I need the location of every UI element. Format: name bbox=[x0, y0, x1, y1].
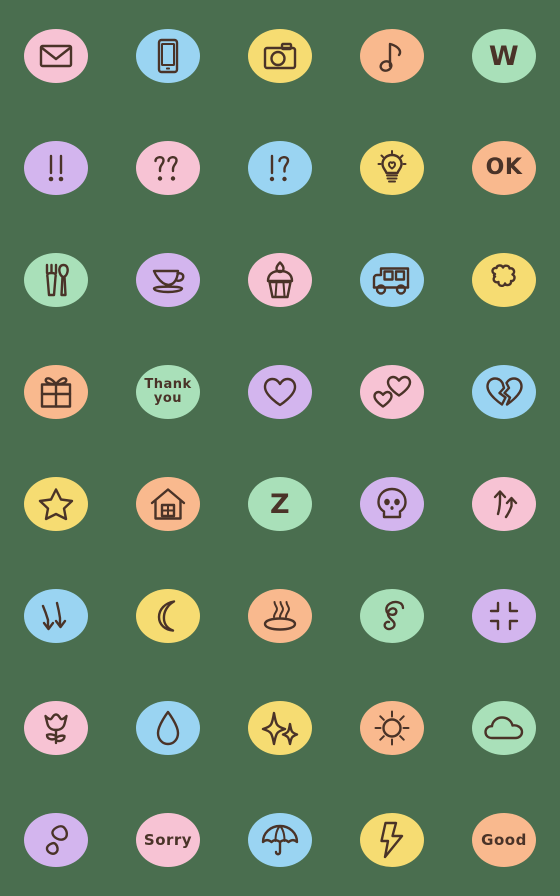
hot-spring-icon[interactable] bbox=[248, 589, 312, 643]
envelope-icon[interactable] bbox=[24, 29, 88, 83]
lightning-bolt-icon[interactable] bbox=[360, 813, 424, 867]
sticker-cell[interactable] bbox=[0, 672, 112, 784]
sticker-cell[interactable] bbox=[336, 560, 448, 672]
sticker-cell[interactable] bbox=[224, 224, 336, 336]
sun-icon[interactable] bbox=[360, 701, 424, 755]
crescent-moon-icon[interactable] bbox=[136, 589, 200, 643]
sticker-cell[interactable]: Good bbox=[448, 784, 560, 896]
sticker-cell[interactable] bbox=[0, 112, 112, 224]
up-arrows-icon[interactable] bbox=[472, 477, 536, 531]
fork-and-spoon-icon[interactable] bbox=[24, 253, 88, 307]
cupcake-icon[interactable] bbox=[248, 253, 312, 307]
sticker-cell[interactable]: Thank you bbox=[112, 336, 224, 448]
lightbulb-icon[interactable] bbox=[360, 141, 424, 195]
sticker-cell[interactable] bbox=[336, 224, 448, 336]
sticker-cell[interactable] bbox=[112, 448, 224, 560]
exclamation-question-icon[interactable] bbox=[248, 141, 312, 195]
sticker-cell[interactable] bbox=[112, 0, 224, 112]
sticker-cell[interactable] bbox=[112, 112, 224, 224]
gift-icon[interactable] bbox=[24, 365, 88, 419]
sticker-cell[interactable] bbox=[0, 0, 112, 112]
star-icon[interactable] bbox=[24, 477, 88, 531]
cloud-icon[interactable] bbox=[472, 701, 536, 755]
sticker-cell[interactable] bbox=[224, 560, 336, 672]
ok-text-icon[interactable]: OK bbox=[472, 141, 536, 195]
sticker-cell[interactable] bbox=[0, 224, 112, 336]
sticker-cell[interactable] bbox=[448, 224, 560, 336]
sticker-cell[interactable] bbox=[448, 560, 560, 672]
umbrella-icon[interactable] bbox=[248, 813, 312, 867]
sticker-cell[interactable] bbox=[112, 672, 224, 784]
anger-veins-icon[interactable] bbox=[472, 589, 536, 643]
sticker-cell[interactable] bbox=[336, 672, 448, 784]
sticker-cell[interactable] bbox=[112, 224, 224, 336]
thank-you-line1: Thank bbox=[144, 377, 192, 393]
two-hearts-icon[interactable] bbox=[360, 365, 424, 419]
sticker-cell[interactable] bbox=[448, 448, 560, 560]
sleep-z-label: Z bbox=[269, 488, 291, 520]
ok-label: OK bbox=[485, 155, 523, 180]
thank-you-line2: you bbox=[153, 391, 183, 406]
sleep-z-icon[interactable]: Z bbox=[248, 477, 312, 531]
footprints-icon[interactable] bbox=[24, 813, 88, 867]
camera-icon[interactable] bbox=[248, 29, 312, 83]
sorry-label: Sorry bbox=[143, 830, 193, 849]
bus-icon[interactable] bbox=[360, 253, 424, 307]
sticker-cell[interactable] bbox=[336, 0, 448, 112]
scribble-icon[interactable] bbox=[360, 589, 424, 643]
music-note-icon[interactable] bbox=[360, 29, 424, 83]
sticker-cell[interactable] bbox=[336, 336, 448, 448]
sticker-cell[interactable] bbox=[0, 448, 112, 560]
good-label: Good bbox=[481, 830, 527, 849]
emoji-sticker-grid: W OK Thank you Z Sorry Good bbox=[0, 0, 560, 896]
water-drop-icon[interactable] bbox=[136, 701, 200, 755]
sticker-cell[interactable] bbox=[336, 784, 448, 896]
sticker-cell[interactable] bbox=[0, 784, 112, 896]
tulip-icon[interactable] bbox=[24, 701, 88, 755]
house-icon[interactable] bbox=[136, 477, 200, 531]
broken-heart-icon[interactable] bbox=[472, 365, 536, 419]
skull-icon[interactable] bbox=[360, 477, 424, 531]
sticker-cell[interactable] bbox=[448, 672, 560, 784]
teacup-icon[interactable] bbox=[136, 253, 200, 307]
double-question-icon[interactable] bbox=[136, 141, 200, 195]
good-text-icon[interactable]: Good bbox=[472, 813, 536, 867]
sticker-cell[interactable] bbox=[224, 672, 336, 784]
sticker-cell[interactable] bbox=[0, 560, 112, 672]
sticker-cell[interactable] bbox=[0, 336, 112, 448]
sticker-cell[interactable] bbox=[224, 0, 336, 112]
sparkles-icon[interactable] bbox=[248, 701, 312, 755]
heart-icon[interactable] bbox=[248, 365, 312, 419]
letter-w-label: W bbox=[488, 40, 520, 72]
sticker-cell[interactable]: Sorry bbox=[112, 784, 224, 896]
sticker-cell[interactable] bbox=[448, 336, 560, 448]
popcorn-icon[interactable] bbox=[472, 253, 536, 307]
double-exclamation-icon[interactable] bbox=[24, 141, 88, 195]
sticker-cell[interactable] bbox=[224, 112, 336, 224]
down-arrows-icon[interactable] bbox=[24, 589, 88, 643]
letter-w-icon[interactable]: W bbox=[472, 29, 536, 83]
mobile-phone-icon[interactable] bbox=[136, 29, 200, 83]
sticker-cell[interactable]: OK bbox=[448, 112, 560, 224]
sticker-cell[interactable] bbox=[336, 448, 448, 560]
sticker-cell[interactable] bbox=[336, 112, 448, 224]
sticker-cell[interactable]: W bbox=[448, 0, 560, 112]
sticker-cell[interactable] bbox=[224, 784, 336, 896]
sticker-cell[interactable]: Z bbox=[224, 448, 336, 560]
sticker-cell[interactable] bbox=[224, 336, 336, 448]
thank-you-text-icon[interactable]: Thank you bbox=[136, 365, 200, 419]
sticker-cell[interactable] bbox=[112, 560, 224, 672]
sorry-text-icon[interactable]: Sorry bbox=[136, 813, 200, 867]
